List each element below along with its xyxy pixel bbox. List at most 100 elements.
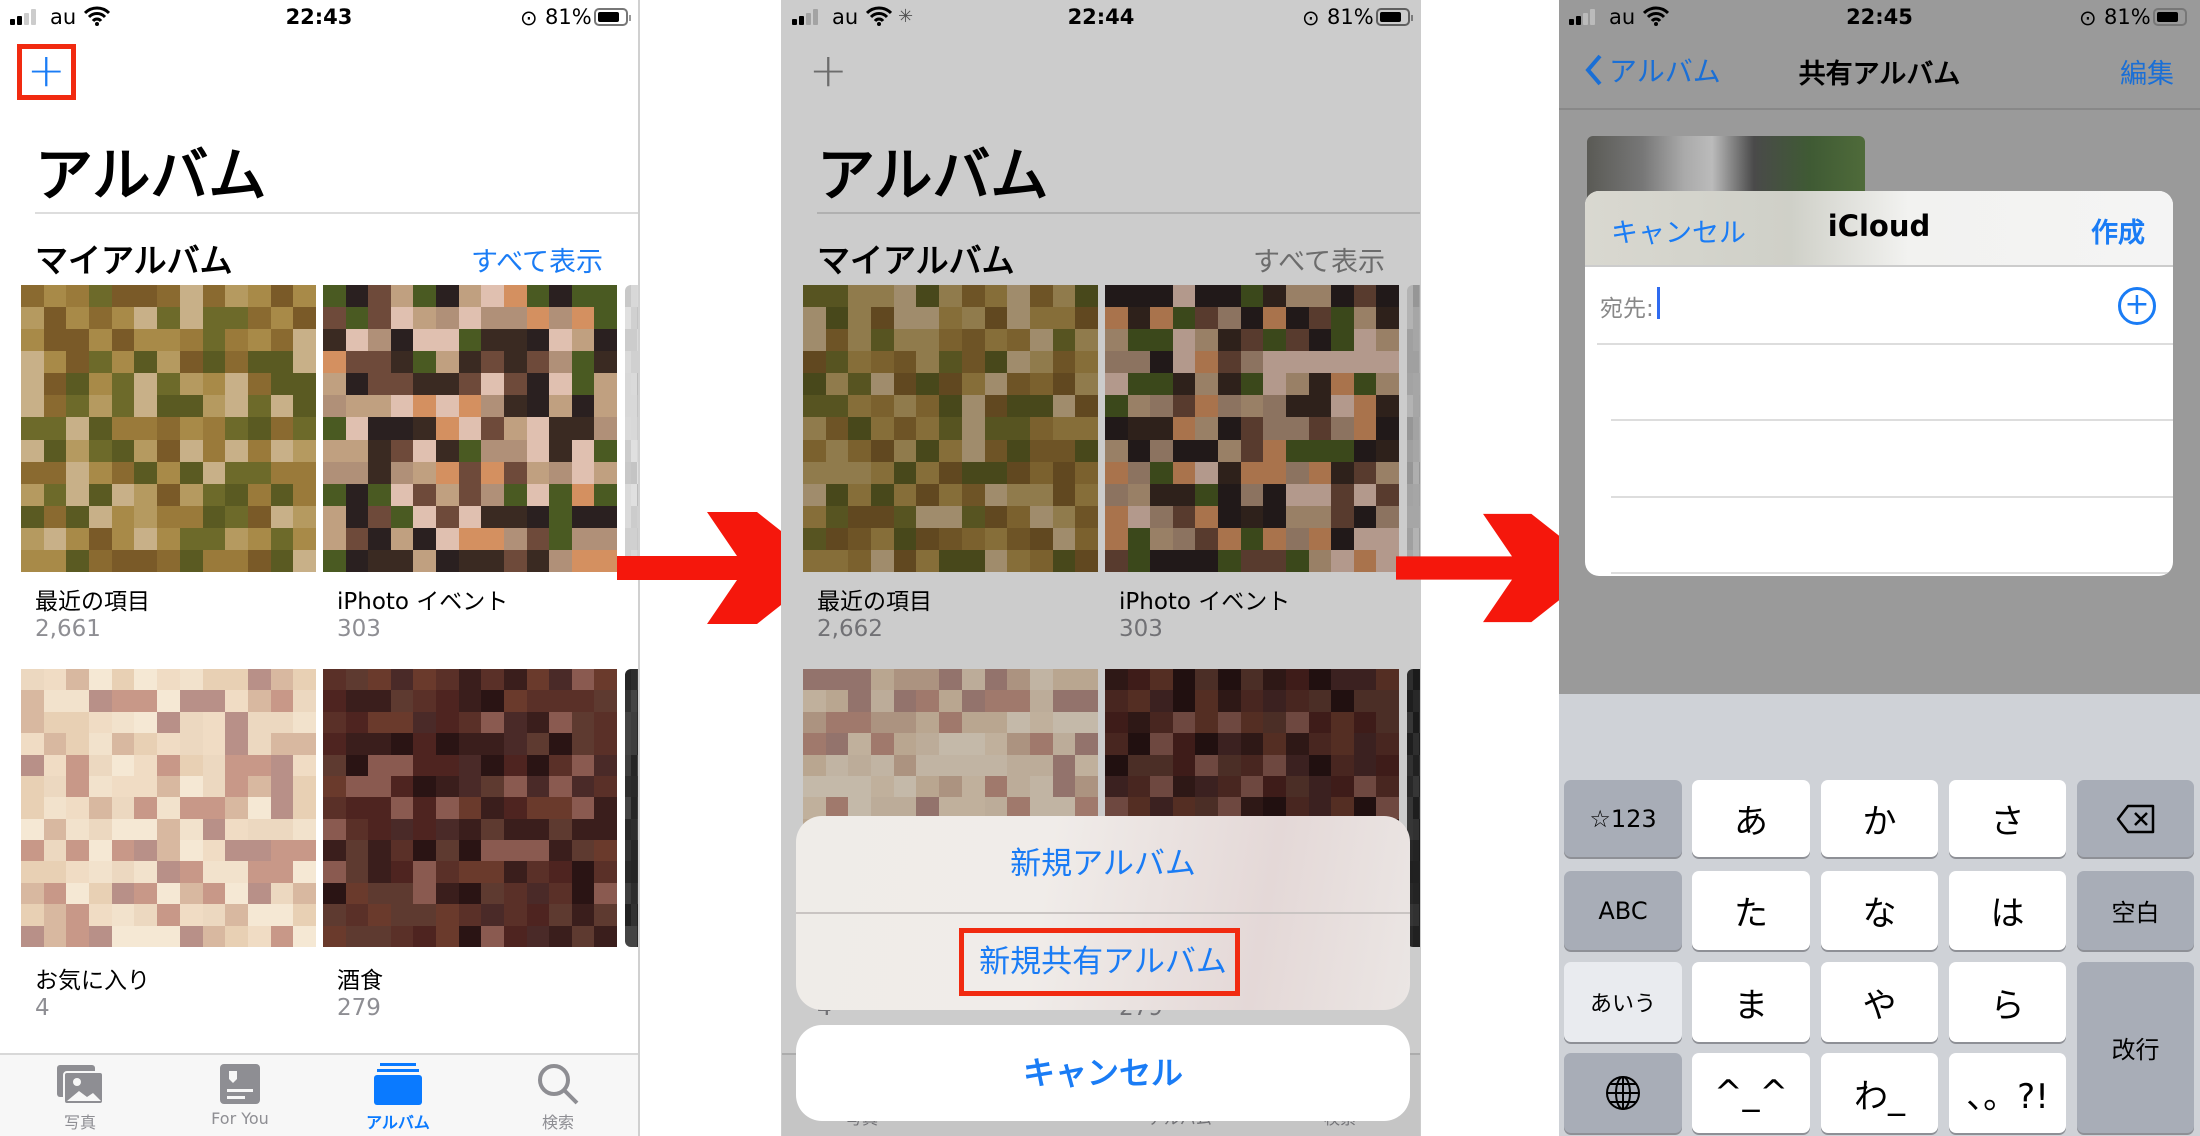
thumbnail-pixel [503, 483, 527, 506]
thumbnail-pixel [594, 882, 617, 905]
cancel-button[interactable]: キャンセル [796, 1025, 1410, 1121]
thumbnail-pixel [247, 439, 271, 462]
thumbnail-pixel [458, 461, 482, 484]
thumbnail-pixel [43, 840, 67, 862]
key[interactable]: わ_ [1821, 1053, 1938, 1133]
thumbnail-pixel [111, 925, 135, 947]
key[interactable]: ま [1692, 962, 1810, 1042]
album-thumbnail[interactable] [625, 669, 638, 947]
globe-key[interactable] [1564, 1053, 1682, 1133]
thumbnail-pixel [134, 775, 158, 798]
create-button[interactable]: 作成 [2091, 211, 2145, 250]
thumbnail-pixel [134, 861, 158, 883]
thumbnail-pixel [247, 505, 271, 528]
thumbnail-pixel [89, 483, 112, 506]
thumbnail-pixel [436, 373, 459, 396]
thumbnail-pixel [368, 925, 391, 947]
thumbnail-pixel [134, 711, 158, 734]
tab-photos[interactable]: 写真 [10, 1063, 150, 1133]
thumbnail-pixel [436, 754, 459, 776]
thumbnail-pixel [270, 882, 294, 905]
album-thumbnail[interactable] [323, 669, 617, 947]
thumbnail-pixel [571, 840, 595, 862]
album-thumbnail[interactable] [21, 285, 316, 572]
thumbnail-pixel [549, 307, 572, 330]
thumbnail-pixel [549, 527, 572, 550]
key[interactable]: か [1821, 780, 1938, 857]
thumbnail-pixel [413, 861, 437, 883]
thumbnail-pixel [21, 439, 44, 462]
thumbnail-pixel [549, 395, 572, 418]
key[interactable]: 改行 [2077, 962, 2194, 1133]
thumbnail-pixel [323, 690, 346, 712]
key[interactable]: た [1692, 871, 1810, 950]
thumbnail-pixel [436, 395, 459, 418]
tab-search[interactable]: 検索 [488, 1063, 628, 1133]
thumbnail-pixel [21, 417, 44, 440]
thumbnail-pixel [636, 882, 638, 905]
key[interactable]: は [1949, 871, 2066, 950]
thumbnail-pixel [179, 754, 203, 776]
thumbnail-pixel [247, 711, 271, 734]
key[interactable]: あいう [1564, 962, 1682, 1042]
thumbnail-pixel [390, 690, 414, 712]
thumbnail-pixel [157, 840, 180, 862]
thumbnail-pixel [323, 285, 346, 308]
key[interactable]: な [1821, 871, 1938, 950]
thumbnail-pixel [66, 527, 90, 550]
thumbnail-pixel [111, 351, 135, 374]
key[interactable]: ら [1949, 962, 2066, 1042]
thumbnail-pixel [202, 733, 226, 755]
key[interactable]: や [1821, 962, 1938, 1042]
thumbnail-pixel [368, 395, 391, 418]
thumbnail-pixel [345, 285, 369, 308]
thumbnail-pixel [526, 754, 550, 776]
thumbnail-pixel [571, 417, 595, 440]
key[interactable]: 、。?! [1949, 1053, 2066, 1133]
key[interactable]: さ [1949, 780, 2066, 857]
thumbnail-pixel [345, 373, 369, 396]
thumbnail-pixel [436, 818, 459, 841]
thumbnail-pixel [89, 505, 112, 528]
thumbnail-pixel [134, 818, 158, 841]
tab-for-you[interactable]: For You [170, 1063, 310, 1128]
new-album-option[interactable]: 新規アルバム [796, 816, 1410, 913]
thumbnail-pixel [270, 285, 294, 308]
thumbnail-pixel [549, 505, 572, 528]
thumbnail-pixel [458, 861, 482, 883]
tab-albums[interactable]: アルバム [328, 1063, 468, 1133]
thumbnail-pixel [157, 818, 180, 841]
thumbnail-pixel [503, 329, 527, 352]
edit-button[interactable]: 編集 [2120, 52, 2174, 91]
thumbnail-pixel [636, 395, 638, 418]
thumbnail-pixel [368, 549, 391, 572]
thumbnail-pixel [481, 285, 504, 308]
divider [1611, 572, 2173, 574]
key[interactable]: ☆123 [1564, 780, 1682, 857]
thumbnail-pixel [436, 527, 459, 550]
thumbnail-pixel [21, 818, 44, 841]
thumbnail-pixel [323, 351, 346, 374]
album-thumbnail[interactable] [21, 669, 316, 947]
thumbnail-pixel [270, 797, 294, 819]
thumbnail-pixel [526, 733, 550, 755]
thumbnail-pixel [157, 351, 180, 374]
delete-key[interactable] [2077, 780, 2194, 857]
thumbnail-pixel [390, 351, 414, 374]
thumbnail-pixel [202, 307, 226, 330]
key[interactable]: あ [1692, 780, 1810, 857]
thumbnail-pixel [66, 797, 90, 819]
album-thumbnail[interactable] [323, 285, 617, 572]
add-contact-icon[interactable]: + [2118, 287, 2156, 325]
see-all-link[interactable]: すべて表示 [471, 240, 603, 279]
clock: 22:43 [285, 5, 353, 29]
thumbnail-pixel [134, 882, 158, 905]
key[interactable]: ABC [1564, 871, 1682, 950]
thumbnail-pixel [134, 417, 158, 440]
thumbnail-pixel [43, 351, 67, 374]
key[interactable]: 空白 [2077, 871, 2194, 950]
thumbnail-pixel [594, 733, 617, 755]
thumbnail-pixel [323, 395, 346, 418]
thumbnail-pixel [202, 395, 226, 418]
key[interactable]: ^_^ [1692, 1053, 1810, 1133]
